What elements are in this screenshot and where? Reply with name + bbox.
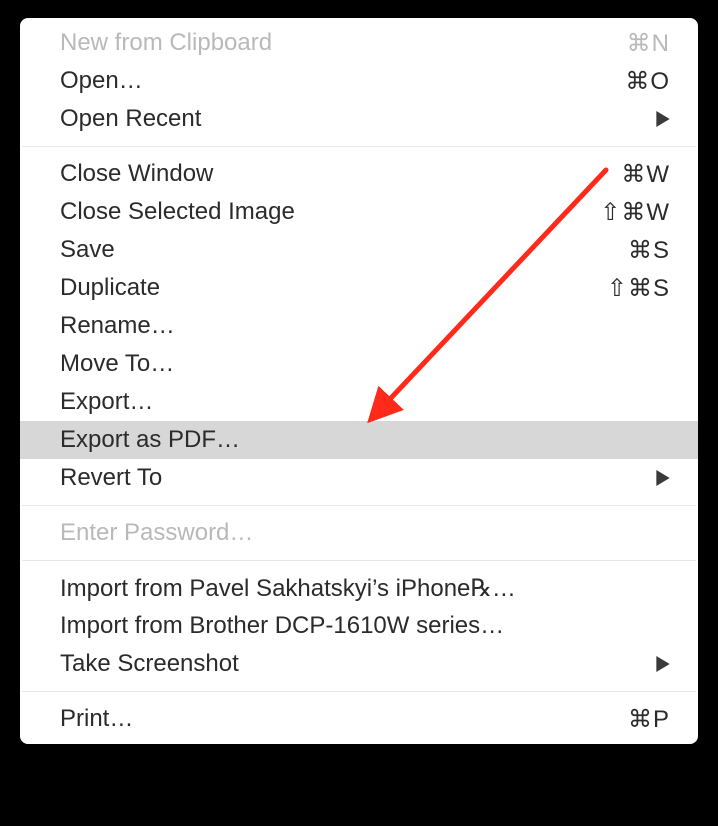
submenu-arrow-icon: [646, 656, 670, 672]
menu-item-new-from-clipboard: New from Clipboard⌘N: [20, 24, 698, 62]
menu-item-label: Export…: [60, 388, 670, 416]
menu-item-shortcut: ⌘S: [580, 236, 670, 265]
menu-item-label: Close Selected Image: [60, 198, 580, 226]
menu-item-label: Duplicate: [60, 274, 580, 302]
menu-separator: [22, 560, 696, 561]
menu-item-label: Export as PDF…: [60, 426, 670, 454]
menu-item-open-recent[interactable]: Open Recent: [20, 100, 698, 138]
menu-item-label: Save: [60, 236, 580, 264]
menu-item-label: Close Window: [60, 160, 580, 188]
menu-item-label: Import from Pavel Sakhatskyi’s iPhone℞…: [60, 574, 670, 603]
menu-separator: [22, 505, 696, 506]
menu-item-close-window[interactable]: Close Window⌘W: [20, 155, 698, 193]
menu-item-label: Rename…: [60, 312, 670, 340]
menu-item-label: Enter Password…: [60, 519, 670, 547]
menu-item-save[interactable]: Save⌘S: [20, 231, 698, 269]
menu-item-revert-to[interactable]: Revert To: [20, 459, 698, 497]
menu-item-enter-password: Enter Password…: [20, 514, 698, 552]
menu-item-shortcut: ⇧⌘W: [580, 198, 670, 227]
menu-item-export[interactable]: Export…: [20, 383, 698, 421]
menu-item-label: Revert To: [60, 464, 646, 492]
menu-item-label: Import from Brother DCP-1610W series…: [60, 612, 670, 640]
menu-item-export-as-pdf[interactable]: Export as PDF…: [20, 421, 698, 459]
submenu-arrow-icon: [646, 111, 670, 127]
menu-separator: [22, 691, 696, 692]
menu-item-label: Move To…: [60, 350, 670, 378]
menu-item-import-brother[interactable]: Import from Brother DCP-1610W series…: [20, 607, 698, 645]
menu-item-close-selected-image[interactable]: Close Selected Image⇧⌘W: [20, 193, 698, 231]
submenu-arrow-icon: [646, 470, 670, 486]
menu-item-import-iphone[interactable]: Import from Pavel Sakhatskyi’s iPhone℞…: [20, 569, 698, 607]
menu-item-open[interactable]: Open…⌘O: [20, 62, 698, 100]
menu-item-move-to[interactable]: Move To…: [20, 345, 698, 383]
menu-item-label: Open Recent: [60, 105, 646, 133]
menu-item-shortcut: ⇧⌘S: [580, 274, 670, 303]
menu-item-shortcut: ⌘W: [580, 160, 670, 189]
menu-item-rename[interactable]: Rename…: [20, 307, 698, 345]
menu-item-take-screenshot[interactable]: Take Screenshot: [20, 645, 698, 683]
menu-item-duplicate[interactable]: Duplicate⇧⌘S: [20, 269, 698, 307]
menu-item-shortcut: ⌘N: [580, 29, 670, 58]
menu-item-shortcut: ⌘P: [580, 705, 670, 734]
menu-item-print[interactable]: Print…⌘P: [20, 700, 698, 738]
menu-item-label: Print…: [60, 705, 580, 733]
menu-separator: [22, 146, 696, 147]
menu-item-label: New from Clipboard: [60, 29, 580, 57]
screenshot-root: New from Clipboard⌘NOpen…⌘OOpen RecentCl…: [0, 0, 718, 826]
menu-item-label: Take Screenshot: [60, 650, 646, 678]
context-menu: New from Clipboard⌘NOpen…⌘OOpen RecentCl…: [20, 18, 698, 744]
menu-item-label: Open…: [60, 67, 580, 95]
menu-item-shortcut: ⌘O: [580, 67, 670, 96]
